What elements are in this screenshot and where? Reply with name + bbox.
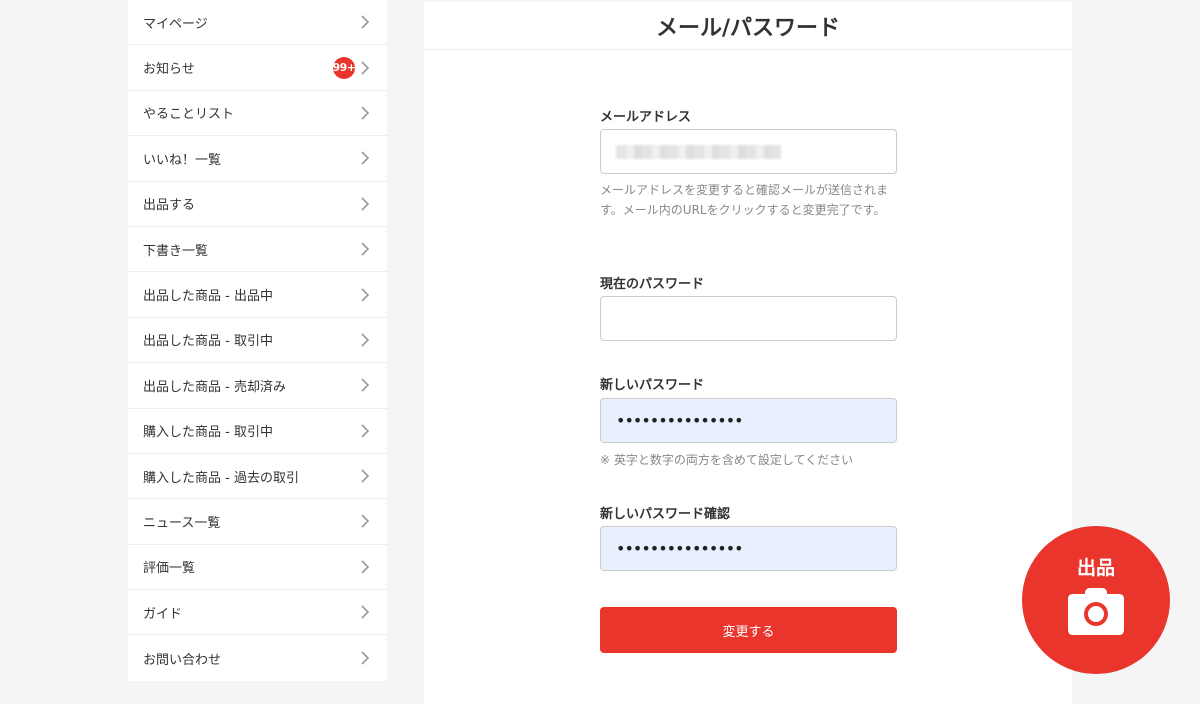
- email-label: メールアドレス: [600, 110, 692, 125]
- chevron-right-icon: [357, 241, 373, 257]
- sidebar-item-label: やることリスト: [143, 107, 235, 123]
- chevron-right-icon: [357, 423, 373, 439]
- sidebar-item-contact[interactable]: お問い合わせ: [128, 635, 387, 680]
- sidebar-item-label: 出品した商品 - 売却済み: [143, 379, 286, 395]
- sidebar-menu: マイページ お知らせ 99+ やることリスト いいね！一覧 出品する 下書き一覧…: [128, 0, 387, 681]
- sidebar-item-label: 出品する: [143, 198, 196, 214]
- confirm-password-label: 新しいパスワード確認: [600, 507, 731, 522]
- new-password-label: 新しいパスワード: [600, 378, 705, 393]
- settings-panel: メール/パスワード メールアドレス メールアドレスを変更すると確認メールが送信さ…: [424, 2, 1072, 704]
- sidebar-item-listed-in-transaction[interactable]: 出品した商品 - 取引中: [128, 318, 387, 364]
- confirm-password-field[interactable]: •••••••••••••••: [600, 526, 897, 571]
- sidebar-item-likes[interactable]: いいね！一覧: [128, 136, 387, 182]
- sidebar-item-listed-sold[interactable]: 出品した商品 - 売却済み: [128, 363, 387, 409]
- sidebar-item-label: ガイド: [143, 606, 183, 622]
- new-password-help-text: ※ 英字と数字の両方を含めて設定してください: [600, 453, 854, 467]
- sidebar-item-label: ニュース一覧: [143, 515, 221, 531]
- sidebar-item-reviews[interactable]: 評価一覧: [128, 545, 387, 591]
- sidebar-item-label: いいね！一覧: [143, 152, 222, 168]
- submit-change-button[interactable]: 変更する: [600, 607, 897, 653]
- chevron-right-icon: [357, 468, 373, 484]
- sidebar-item-guide[interactable]: ガイド: [128, 590, 387, 636]
- sidebar-item-label: マイページ: [143, 16, 208, 32]
- sidebar-item-news[interactable]: ニュース一覧: [128, 499, 387, 545]
- sidebar-item-label: 評価一覧: [143, 561, 196, 577]
- sidebar-item-sell[interactable]: 出品する: [128, 182, 387, 227]
- panel-header: メール/パスワード: [424, 2, 1072, 50]
- email-field[interactable]: [600, 129, 897, 174]
- sidebar-item-notifications[interactable]: お知らせ 99+: [128, 45, 387, 91]
- sidebar-item-purchased-in-transaction[interactable]: 購入した商品 - 取引中: [128, 409, 387, 454]
- chevron-right-icon: [357, 513, 373, 529]
- sidebar-item-label: 出品した商品 - 取引中: [143, 334, 273, 350]
- sidebar-item-label: 下書き一覧: [143, 243, 209, 259]
- current-password-label: 現在のパスワード: [600, 277, 705, 292]
- notification-count-badge: 99+: [332, 56, 356, 79]
- chevron-right-icon: [357, 377, 373, 393]
- sell-label: 出品: [1076, 557, 1115, 579]
- email-help-text: メールアドレスを変更すると確認メールが送信されます。メール内のURLをクリックす…: [600, 183, 889, 217]
- chevron-right-icon: [357, 60, 373, 76]
- page-title: メール/パスワード: [655, 15, 841, 41]
- sidebar-item-label: お問い合わせ: [143, 652, 222, 668]
- sidebar-item-label: 出品した商品 - 出品中: [143, 289, 273, 305]
- sidebar-item-todo-list[interactable]: やることリスト: [128, 91, 387, 137]
- new-password-value: •••••••••••••••: [616, 410, 744, 430]
- new-password-field[interactable]: •••••••••••••••: [600, 398, 897, 443]
- chevron-right-icon: [357, 650, 373, 666]
- sidebar-item-label: お知らせ: [143, 62, 195, 78]
- chevron-right-icon: [357, 287, 373, 303]
- sidebar-item-drafts[interactable]: 下書き一覧: [128, 227, 387, 273]
- chevron-right-icon: [357, 559, 373, 575]
- chevron-right-icon: [357, 196, 373, 212]
- sell-floating-button[interactable]: 出品: [1022, 526, 1170, 674]
- current-password-field[interactable]: [600, 296, 897, 341]
- camera-icon: [1067, 586, 1125, 640]
- sidebar-item-label: 購入した商品 - 過去の取引: [143, 470, 299, 486]
- confirm-password-value: •••••••••••••••: [616, 538, 744, 558]
- sidebar-item-listed-on-sale[interactable]: 出品した商品 - 出品中: [128, 272, 387, 318]
- sidebar-item-label: 購入した商品 - 取引中: [143, 425, 273, 441]
- chevron-right-icon: [357, 332, 373, 348]
- chevron-right-icon: [357, 150, 373, 166]
- chevron-right-icon: [357, 105, 373, 121]
- blurred-email-value: [616, 144, 781, 159]
- chevron-right-icon: [357, 14, 373, 30]
- sidebar-item-mypage[interactable]: マイページ: [128, 0, 387, 46]
- chevron-right-icon: [357, 604, 373, 620]
- sidebar-item-purchased-past[interactable]: 購入した商品 - 過去の取引: [128, 454, 387, 500]
